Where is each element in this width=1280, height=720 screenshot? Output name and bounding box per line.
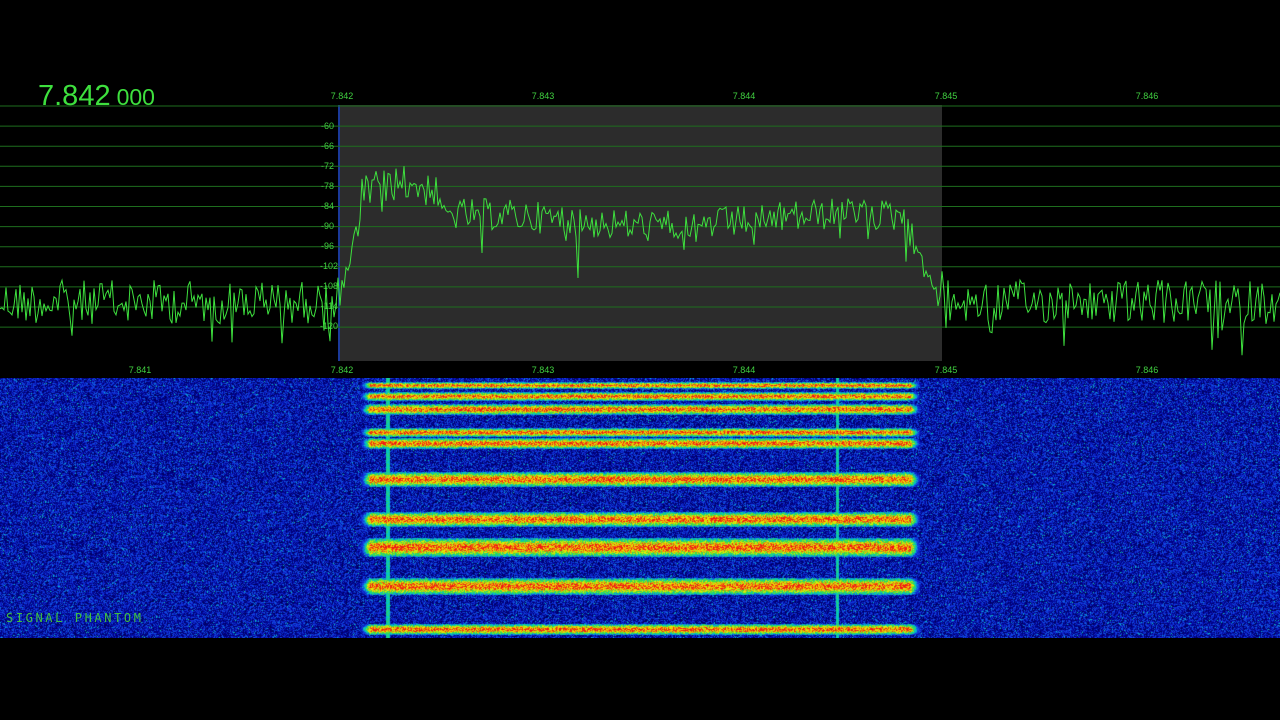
db-scale-label: -78 bbox=[321, 181, 334, 191]
spectrum-panel[interactable]: 7.842 7.843 7.844 7.845 7.846 -60 -66 -7… bbox=[0, 80, 1280, 378]
bottom-axis-tick: 7.841 bbox=[129, 365, 152, 375]
bottom-axis-tick: 7.844 bbox=[733, 365, 756, 375]
db-scale-label: -84 bbox=[321, 201, 334, 211]
sdr-display: 7.842 000 7.842 7.843 7.844 7.845 7.846 -… bbox=[0, 0, 1280, 720]
bottom-axis-tick: 7.845 bbox=[935, 365, 958, 375]
passband-shade[interactable] bbox=[338, 105, 942, 361]
top-axis-tick: 7.844 bbox=[733, 91, 756, 101]
top-axis-tick: 7.842 bbox=[331, 91, 354, 101]
bottom-axis-tick: 7.843 bbox=[532, 365, 555, 375]
db-scale-label: -60 bbox=[321, 121, 334, 131]
db-scale-label: -108 bbox=[320, 281, 338, 291]
bottom-axis-tick: 7.842 bbox=[331, 365, 354, 375]
watermark-text: SIGNAL PHANTOM bbox=[6, 611, 144, 625]
bottom-axis-tick: 7.846 bbox=[1136, 365, 1159, 375]
waterfall-display[interactable] bbox=[0, 378, 1280, 638]
top-axis-tick: 7.845 bbox=[935, 91, 958, 101]
db-scale-label: -90 bbox=[321, 221, 334, 231]
top-axis-tick: 7.846 bbox=[1136, 91, 1159, 101]
db-scale-label: -96 bbox=[321, 241, 334, 251]
top-axis-tick: 7.843 bbox=[532, 91, 555, 101]
db-scale-label: -66 bbox=[321, 141, 334, 151]
db-scale-label: -102 bbox=[320, 261, 338, 271]
db-scale-label: -72 bbox=[321, 161, 334, 171]
